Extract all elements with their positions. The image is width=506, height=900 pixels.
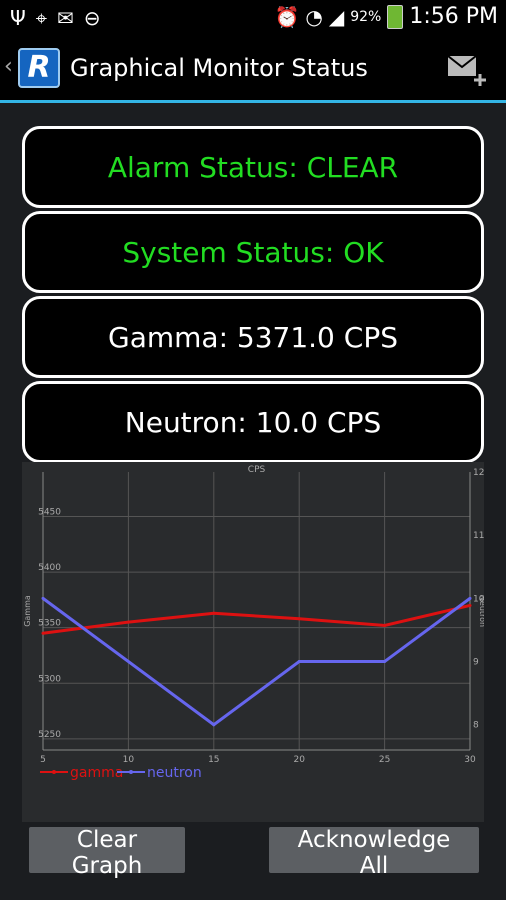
legend-label-gamma: gamma xyxy=(70,765,123,781)
y-left-tick-label: 5350 xyxy=(38,619,61,629)
data-point-gamma xyxy=(383,623,387,627)
y-left-tick-label: 5450 xyxy=(38,507,61,517)
system-status-box: System Status: OK xyxy=(22,211,484,293)
y-right-axis-label: Neutron xyxy=(478,595,484,627)
wifi-icon: ◔ xyxy=(305,4,323,29)
x-tick-label: 25 xyxy=(379,755,390,765)
notification-icons: Ψ ⌖ ✉ ⊖ xyxy=(10,6,101,30)
compose-mail-icon[interactable] xyxy=(446,50,488,90)
back-chevron-icon[interactable]: ‹ xyxy=(4,54,13,79)
y-left-tick-label: 5400 xyxy=(38,563,61,573)
data-point-gamma xyxy=(41,631,45,635)
alarm-status-box: Alarm Status: CLEAR xyxy=(22,126,484,208)
data-point-gamma xyxy=(297,617,301,621)
battery-percent: 92% xyxy=(350,8,382,25)
legend-marker-gamma xyxy=(52,770,56,774)
data-point-gamma xyxy=(468,603,472,607)
cps-chart-svg: CPS5 10 15 20 25 3052505300535054005450891011… xyxy=(23,465,487,781)
data-point-neutron xyxy=(383,660,387,664)
y-right-tick-label: 12 xyxy=(473,468,484,478)
y-left-tick-label: 5300 xyxy=(38,674,61,684)
cps-chart: CPS 5 10 15 20 25 30 5250 5300 5350 5400 5450 8 9 10 11… xyxy=(22,462,487,822)
x-tick-label: 15 xyxy=(208,755,219,765)
battery-icon xyxy=(387,4,404,29)
clear-graph-button[interactable]: Clear Graph xyxy=(29,827,185,879)
do-not-disturb-icon: ⊖ xyxy=(83,6,101,30)
data-point-neutron xyxy=(41,596,45,600)
data-point-neutron xyxy=(297,660,301,664)
action-bar: ‹ R Graphical Monitor Status xyxy=(0,36,506,103)
data-point-neutron xyxy=(212,723,216,727)
y-left-axis-label: Gamma xyxy=(23,595,32,627)
legend-marker-neutron xyxy=(129,770,133,774)
alarm-icon: ⏰ xyxy=(274,4,300,29)
x-tick-label: 5 xyxy=(40,755,46,765)
status-bar: Ψ ⌖ ✉ ⊖ ⏰ ◔ ◢ 92% 1:56 PM xyxy=(0,0,506,36)
x-tick-label: 20 xyxy=(293,755,305,765)
legend-label-neutron: neutron xyxy=(147,765,202,781)
data-point-neutron xyxy=(468,596,472,600)
signal-icon: ◢ xyxy=(328,4,345,29)
app-logo[interactable]: R xyxy=(18,48,60,88)
clock: 1:56 PM xyxy=(409,4,498,29)
data-point-gamma xyxy=(212,611,216,615)
system-icons: ⏰ ◔ ◢ 92% 1:56 PM xyxy=(274,4,498,29)
gamma-reading-box: Gamma: 5371.0 CPS xyxy=(22,296,484,378)
y-right-tick-label: 11 xyxy=(473,531,484,541)
gps-icon: ⌖ xyxy=(35,6,48,30)
y-right-tick-label: 8 xyxy=(473,721,479,731)
data-point-gamma xyxy=(126,620,130,624)
x-tick-label: 10 xyxy=(123,755,135,765)
page-title: Graphical Monitor Status xyxy=(70,54,368,82)
y-left-tick-label: 5250 xyxy=(38,730,61,740)
neutron-reading-box: Neutron: 10.0 CPS xyxy=(22,381,484,463)
x-tick-label: 30 xyxy=(464,755,476,765)
chart-title: CPS xyxy=(248,465,266,475)
y-right-tick-label: 9 xyxy=(473,658,479,668)
mail-icon: ✉ xyxy=(57,6,74,30)
series-line-gamma xyxy=(42,603,471,635)
acknowledge-all-button[interactable]: Acknowledge All xyxy=(269,827,479,879)
usb-icon: Ψ xyxy=(10,6,26,30)
